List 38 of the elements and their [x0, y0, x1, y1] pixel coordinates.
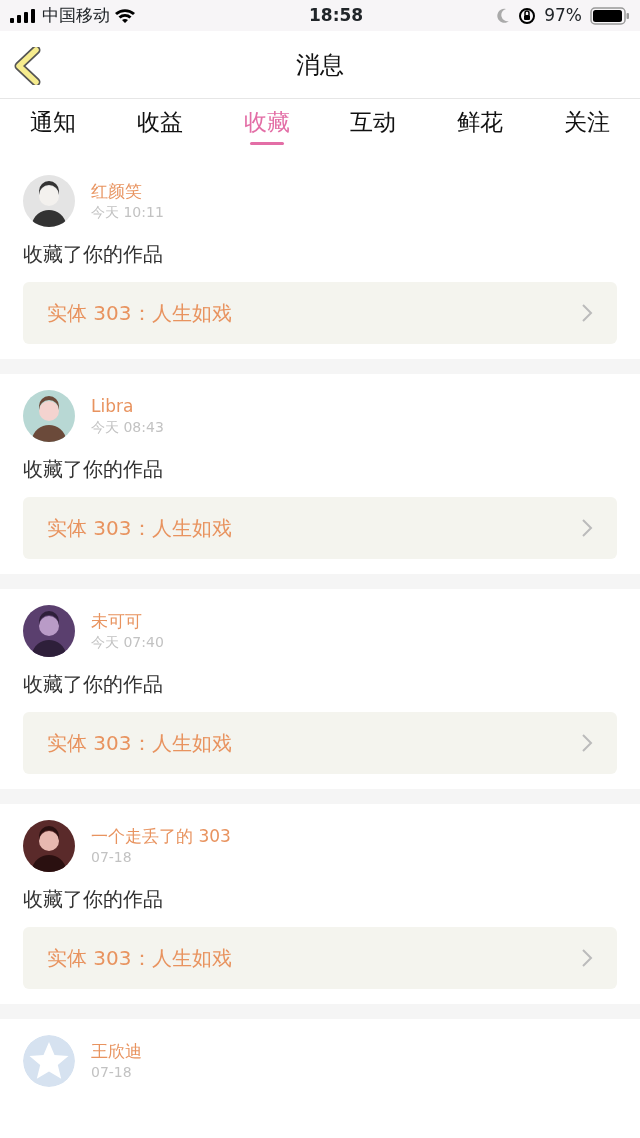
battery-icon	[590, 6, 630, 25]
clock: 18:58	[309, 3, 364, 27]
work-link[interactable]: 实体 303：人生如戏	[23, 712, 617, 774]
tab[interactable]: 互动	[320, 100, 427, 150]
timestamp: 今天 10:11	[91, 203, 164, 222]
timestamp: 今天 08:43	[91, 418, 164, 437]
chevron-icon	[581, 948, 593, 968]
user-name[interactable]: 未可可	[91, 610, 164, 632]
user-name[interactable]: 一个走丢了的 303	[91, 825, 231, 847]
wifi-icon	[114, 7, 136, 24]
user-name[interactable]: Libra	[91, 395, 164, 417]
back-icon[interactable]	[14, 47, 42, 85]
timestamp: 07-18	[91, 848, 133, 867]
timestamp: 今天 07:40	[91, 633, 164, 652]
moon-icon	[496, 7, 511, 24]
chevron-icon	[581, 303, 593, 323]
tab[interactable]: 关注	[533, 100, 640, 150]
user-name[interactable]: 红颜笑	[91, 180, 164, 202]
tab[interactable]: 收益	[106, 100, 214, 150]
message-text: 收藏了你的作品	[23, 886, 164, 913]
tab[interactable]: 鲜花	[426, 100, 534, 150]
work-link[interactable]: 实体 303：人生如戏	[23, 282, 617, 344]
chevron-icon	[581, 733, 593, 753]
user-name[interactable]: 王欣迪	[91, 1040, 142, 1062]
message-text: 收藏了你的作品	[23, 241, 164, 268]
work-link[interactable]: 实体 303：人生如戏	[23, 927, 617, 989]
message-text: 收藏了你的作品	[23, 456, 164, 483]
message-text: 收藏了你的作品	[23, 671, 164, 698]
tab[interactable]: 通知	[0, 100, 107, 150]
chevron-icon	[581, 518, 593, 538]
timestamp: 07-18	[91, 1063, 133, 1082]
page-title: 消息	[296, 49, 344, 81]
tab[interactable]: 收藏	[213, 100, 320, 150]
work-link[interactable]: 实体 303：人生如戏	[23, 497, 617, 559]
rotation-lock-icon	[518, 6, 537, 25]
carrier-name: 中国移动	[42, 3, 110, 27]
signal-icon	[10, 8, 38, 23]
battery-percentage: 97%	[544, 3, 582, 27]
